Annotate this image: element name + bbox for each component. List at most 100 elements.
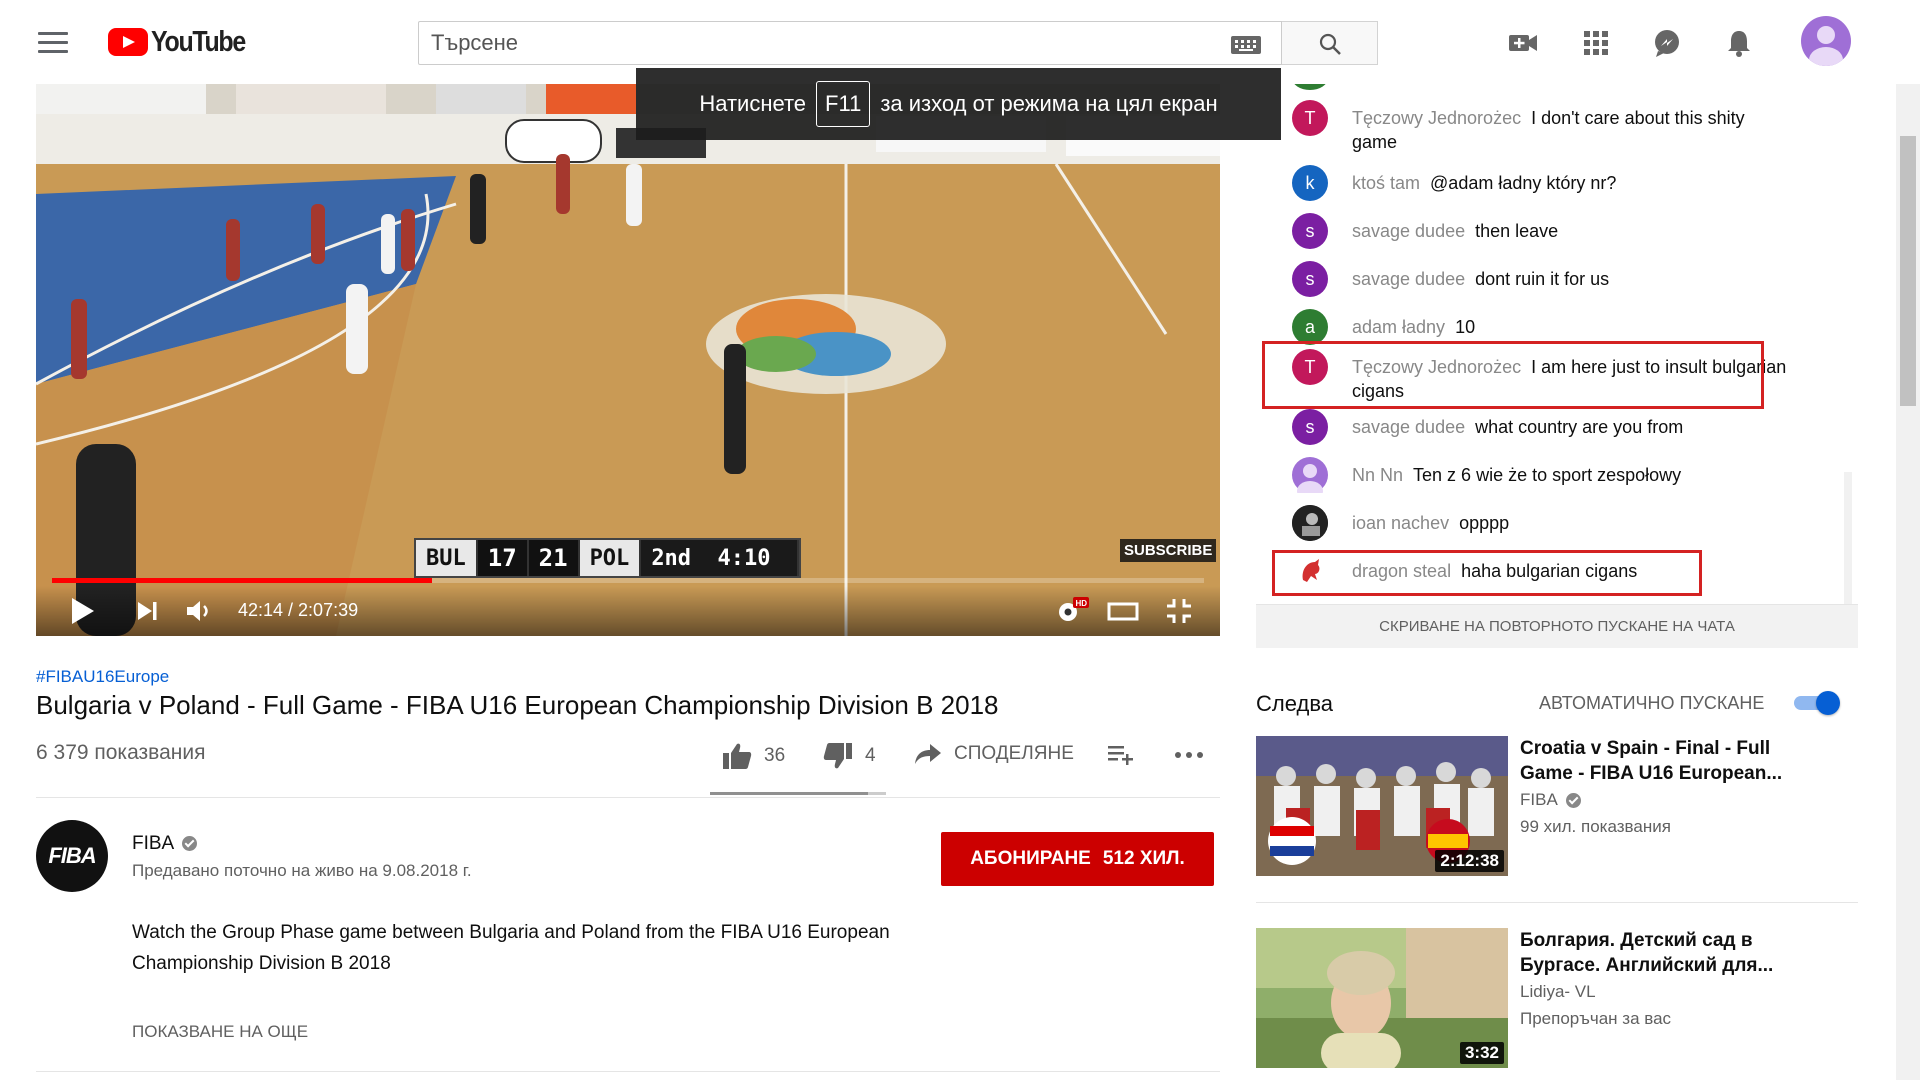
logo-text: YouTube: [151, 25, 246, 58]
chat-author-avatar[interactable]: [1292, 553, 1328, 589]
recommended-video-1[interactable]: 2:12:38 Croatia v Spain - Final - Full G…: [1256, 736, 1856, 876]
score-home: 17: [478, 540, 529, 576]
account-avatar[interactable]: [1801, 16, 1851, 66]
chat-author-avatar[interactable]: s: [1292, 409, 1328, 445]
score-team-home: BUL: [416, 540, 478, 576]
progress-played: [52, 578, 433, 583]
score-away: 21: [529, 540, 580, 576]
keyboard-icon[interactable]: [1231, 36, 1261, 54]
channel-name-row[interactable]: FIBA: [132, 833, 198, 855]
chat-message-text: Ten z 6 wie że to sport zespołowy: [1413, 465, 1682, 485]
sentiment-bar: [710, 792, 886, 795]
f11-key-badge: F11: [816, 81, 871, 127]
subscribe-button[interactable]: АБОНИРАНЕ 512 ХИЛ.: [941, 832, 1214, 886]
chat-text: Nn Nn Ten z 6 wie że to sport zespołowy: [1352, 463, 1792, 487]
duration-badge-1: 2:12:38: [1435, 850, 1504, 872]
autoplay-toggle[interactable]: [1794, 691, 1842, 715]
chat-text: savage dudee dont ruin it for us: [1352, 267, 1792, 291]
info-divider: [36, 797, 1220, 798]
play-icon[interactable]: [70, 596, 96, 626]
chat-message-text: then leave: [1475, 221, 1559, 241]
chat-scrollbar[interactable]: [1844, 472, 1852, 604]
like-button[interactable]: 36: [722, 742, 785, 770]
score-team-away: POL: [579, 540, 642, 576]
channel-avatar[interactable]: FIBA: [36, 820, 108, 892]
video-player[interactable]: BUL 17 21 POL 2nd 4:10 SUBSCRIBE 42:14 /…: [36, 84, 1220, 636]
page-scrollbar[interactable]: [1896, 84, 1920, 1080]
chat-author-name[interactable]: adam ładny: [1352, 317, 1445, 337]
chat-author-avatar[interactable]: s: [1292, 261, 1328, 297]
chat-author-name[interactable]: Tęczowy Jednorożec: [1352, 108, 1521, 128]
verified-check-icon: [1565, 793, 1581, 809]
chat-message-text: 10: [1455, 317, 1476, 337]
up-next-divider: [1256, 902, 1858, 903]
chat-text: ktoś tam @adam ładny który nr?: [1352, 171, 1792, 195]
next-video-icon[interactable]: [136, 596, 160, 626]
chat-author-name[interactable]: savage dudee: [1352, 269, 1465, 289]
settings-gear-icon[interactable]: HD: [1054, 596, 1090, 626]
theater-mode-icon[interactable]: [1106, 596, 1140, 626]
fullscreen-exit-notice: Натиснете F11 за изход от режима на цял …: [636, 68, 1281, 140]
chat-author-avatar[interactable]: [1292, 457, 1328, 493]
progress-bar[interactable]: [52, 578, 1204, 583]
volume-icon[interactable]: [184, 596, 214, 626]
guide-menu-icon[interactable]: [38, 32, 68, 54]
view-count: 6 379 показвания: [36, 741, 206, 764]
more-actions-button[interactable]: [1174, 742, 1204, 766]
youtube-logo[interactable]: YouTube: [108, 26, 260, 58]
description-divider: [36, 1071, 1220, 1072]
chat-author-avatar[interactable]: k: [1292, 165, 1328, 201]
dislike-button[interactable]: 4: [823, 742, 876, 770]
video-hashtag[interactable]: #FIBAU16Europe: [36, 667, 169, 687]
chat-text: Tęczowy Jednorożec I am here just to insu…: [1352, 355, 1792, 403]
fullscreen-exit-icon[interactable]: [1164, 596, 1194, 626]
share-button[interactable]: СПОДЕЛЯНЕ: [914, 742, 1074, 766]
chat-author-name[interactable]: savage dudee: [1352, 417, 1465, 437]
messages-icon[interactable]: [1651, 27, 1683, 59]
recommended-channel-2: Lidiya- VL: [1520, 982, 1596, 1001]
score-period-clock: 2nd 4:10: [641, 540, 800, 576]
thumbs-down-icon: [823, 743, 852, 769]
subscriber-count: 512 ХИЛ.: [1102, 848, 1185, 869]
page-scrollbar-thumb[interactable]: [1900, 136, 1916, 406]
notifications-bell-icon[interactable]: [1723, 27, 1755, 59]
chat-text: dragon steal haha bulgarian cigans: [1352, 559, 1792, 583]
playlist-add-icon: [1108, 746, 1133, 765]
chat-text: Tęczowy Jednorożec I don't care about thi…: [1352, 106, 1792, 154]
chat-author-avatar[interactable]: s: [1292, 213, 1328, 249]
subscribe-watermark[interactable]: SUBSCRIBE: [1120, 539, 1217, 562]
chat-author-avatar[interactable]: T: [1292, 349, 1328, 385]
show-more-button[interactable]: ПОКАЗВАНЕ НА ОЩЕ: [132, 1022, 308, 1042]
search-button[interactable]: [1282, 21, 1378, 65]
notice-text-before: Натиснете: [699, 91, 807, 116]
search-input[interactable]: [431, 30, 1191, 56]
channel-name: FIBA: [132, 833, 175, 854]
up-next-heading: Следва: [1256, 691, 1333, 716]
chat-author-name[interactable]: ioan nachev: [1352, 513, 1449, 533]
chat-author-avatar[interactable]: [1292, 505, 1328, 541]
recommended-video-2[interactable]: 3:32 Болгария. Детский сад в Бургасе. Ан…: [1256, 928, 1856, 1068]
chat-author-name[interactable]: ktoś tam: [1352, 173, 1420, 193]
recommended-channel-1: FIBA: [1520, 790, 1558, 809]
thumbs-up-icon: [723, 743, 752, 769]
sentiment-fill: [710, 792, 869, 795]
autoplay-label: АВТОМАТИЧНО ПУСКАНЕ: [1539, 693, 1765, 713]
chat-author-name[interactable]: savage dudee: [1352, 221, 1465, 241]
chat-author-name[interactable]: Tęczowy Jednorożec: [1352, 357, 1521, 377]
apps-grid-icon[interactable]: [1580, 27, 1612, 59]
more-dots-icon: [1175, 752, 1203, 758]
chat-message-text: haha bulgarian cigans: [1461, 561, 1638, 581]
chat-author-name[interactable]: Nn Nn: [1352, 465, 1403, 485]
chat-author-avatar[interactable]: a: [1292, 309, 1328, 345]
video-title: Bulgaria v Poland - Full Game - FIBA U16…: [36, 690, 999, 720]
duration-badge-2: 3:32: [1459, 1042, 1504, 1064]
hide-chat-replay-button[interactable]: СКРИВАНЕ НА ПОВТОРНОТО ПУСКАНЕ НА ЧАТА: [1256, 604, 1858, 648]
recommended-title-1: Croatia v Spain - Final - Full Game - FI…: [1520, 738, 1783, 784]
chat-author-name[interactable]: dragon steal: [1352, 561, 1451, 581]
video-description: Watch the Group Phase game between Bulga…: [132, 922, 890, 974]
chat-replay: T Tęczowy Jednorożec I don't care about th…: [1256, 78, 1858, 604]
recommended-channel-row-1: FIBA: [1520, 790, 1581, 810]
chat-author-avatar[interactable]: T: [1292, 100, 1328, 136]
create-video-icon[interactable]: [1507, 27, 1539, 59]
save-to-playlist-button[interactable]: [1106, 742, 1136, 766]
